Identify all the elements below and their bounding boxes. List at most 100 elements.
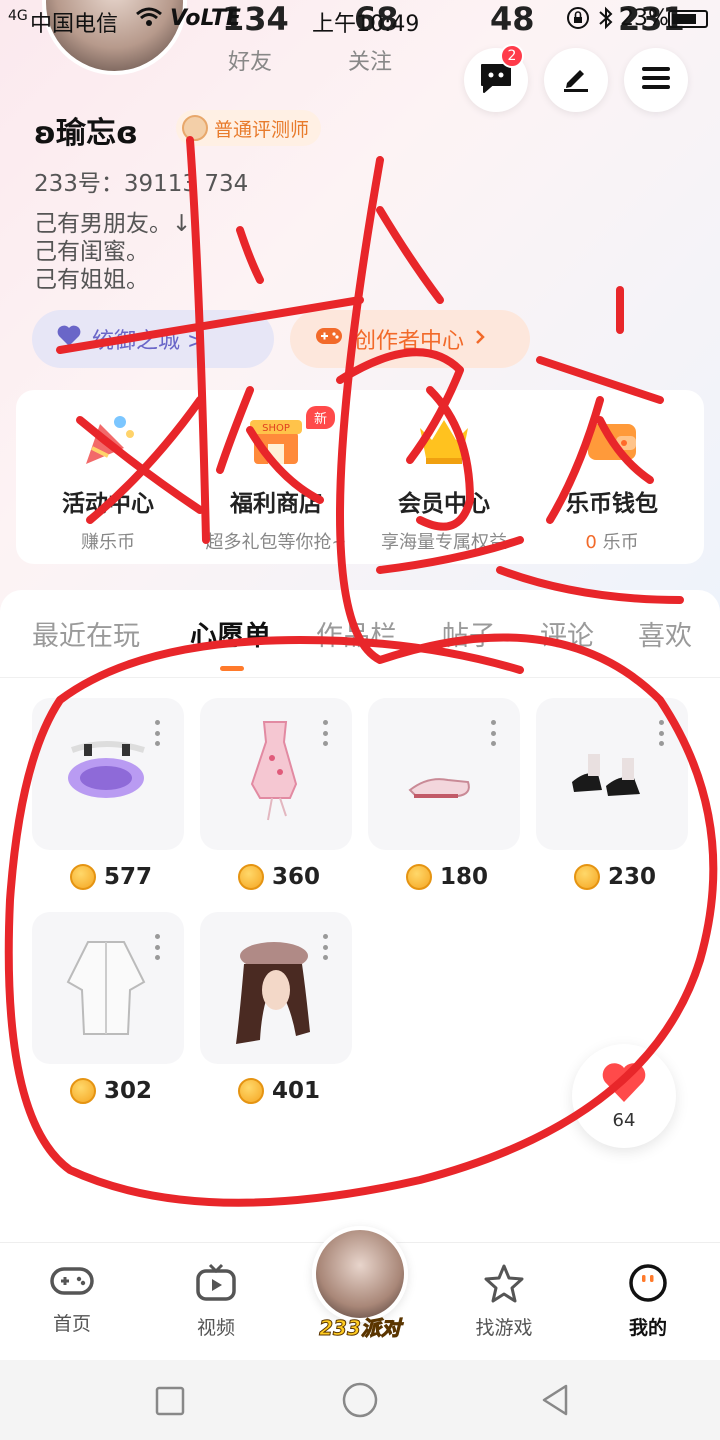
creator-center-button[interactable]: 创作者中心 [290, 310, 530, 368]
creator-center-label: 创作者中心 [354, 329, 465, 354]
item-price-value: 577 [104, 864, 153, 890]
pencil-icon [561, 63, 591, 97]
more-options-icon[interactable] [322, 934, 328, 960]
tab-comments[interactable]: 评论 [540, 614, 594, 653]
city-pill-label: 统御之城 > [92, 329, 206, 354]
more-options-icon[interactable] [154, 720, 160, 746]
more-options-icon[interactable] [322, 720, 328, 746]
crown-icon [414, 410, 474, 470]
shop-sign-label: SHOP [262, 423, 290, 434]
volte-indicator: VoLTE [170, 6, 241, 31]
clock: 上午10:49 [312, 12, 420, 37]
coin-wallet-title: 乐币钱包 [566, 491, 658, 517]
pink-shoes-image [408, 778, 470, 798]
item-price: 302 [32, 1078, 184, 1104]
activity-center-sub: 赚乐币 [81, 532, 135, 553]
coin-icon [406, 864, 432, 890]
friends-label: 好友 [228, 50, 273, 75]
wishlist-item[interactable]: 360 [200, 698, 352, 890]
reviewer-tag[interactable]: 普通评测师 [176, 110, 322, 146]
nav-party-label[interactable]: 233派对 [310, 1312, 410, 1341]
like-button[interactable]: 64 [572, 1044, 676, 1148]
more-options-icon[interactable] [490, 720, 496, 746]
vip-center[interactable]: 会员中心 享海量专属权益 [358, 410, 530, 554]
more-options-icon[interactable] [658, 720, 664, 746]
coin-icon [238, 1078, 264, 1104]
video-icon [194, 1263, 238, 1307]
tab-recently-played[interactable]: 最近在玩 [32, 614, 140, 653]
bio-line: 己有姐姐。 [34, 267, 149, 293]
welfare-shop[interactable]: SHOP 福利商店 超多礼包等你抢~ [190, 410, 362, 554]
recent-apps-icon[interactable] [155, 1386, 185, 1420]
vip-center-title: 会员中心 [398, 491, 490, 517]
tab-likes[interactable]: 喜欢 [638, 614, 692, 653]
wifi-icon [136, 6, 162, 34]
party-popper-icon [78, 410, 138, 470]
carrier-name: 中国电信 [30, 12, 119, 37]
wishlist-item[interactable]: 401 [200, 912, 352, 1104]
nav-me[interactable]: 我的 [598, 1263, 698, 1340]
coin-unit: 乐币 [602, 532, 639, 553]
item-price-value: 360 [272, 864, 321, 890]
nav-home-label: 首页 [52, 1313, 91, 1335]
wishlist-item[interactable]: 180 [368, 698, 520, 890]
item-price-value: 302 [104, 1078, 153, 1104]
black-shoes-image [572, 754, 640, 796]
nav-find-games[interactable]: 找游戏 [454, 1263, 554, 1340]
nav-video-label: 视频 [196, 1317, 235, 1339]
wishlist-item[interactable]: 302 [32, 912, 184, 1104]
more-options-icon[interactable] [154, 934, 160, 960]
tab-posts[interactable]: 帖子 [442, 614, 496, 653]
nav-me-label: 我的 [628, 1317, 667, 1339]
item-card[interactable] [368, 698, 520, 850]
battery-icon [668, 10, 708, 28]
tab-works[interactable]: 作品栏 [316, 614, 397, 653]
coin-balance: 0 [585, 532, 597, 553]
status-bar: 4G 中国电信 VoLTE 上午10:49 23% [0, 0, 720, 40]
battery-percent: 23% [620, 6, 669, 31]
item-price-value: 401 [272, 1078, 321, 1104]
bluetooth-icon [598, 6, 614, 36]
heart-icon [600, 1060, 648, 1108]
city-pill-button[interactable]: 统御之城 > [32, 310, 274, 368]
item-card[interactable] [32, 912, 184, 1064]
wishlist-item[interactable]: 230 [536, 698, 688, 890]
item-price: 360 [200, 864, 352, 890]
gamepad-icon [49, 1267, 95, 1303]
coin-wallet-sub: 0 乐币 [526, 528, 698, 554]
item-card[interactable] [200, 698, 352, 850]
bio-line: 己有男朋友。↓ [34, 211, 192, 237]
tab-wishlist[interactable]: 心愿单 [190, 614, 271, 653]
nav-party-avatar[interactable] [312, 1226, 408, 1322]
nav-home[interactable]: 首页 [22, 1263, 122, 1336]
item-card[interactable] [536, 698, 688, 850]
nickname: ʚ瑜忘ɞ [34, 116, 138, 151]
home-icon[interactable] [342, 1382, 378, 1422]
back-icon[interactable] [540, 1384, 570, 1420]
menu-button[interactable] [624, 48, 688, 112]
message-button[interactable]: 2 [464, 44, 528, 112]
chevron-right-icon [474, 327, 486, 352]
wishlist-item[interactable]: 577 [32, 698, 184, 890]
bio: 己有男朋友。↓ 己有闺蜜。 己有姐姐。 [34, 210, 191, 294]
edit-profile-button[interactable] [544, 48, 608, 112]
gamepad-icon [314, 324, 344, 354]
coin-icon [238, 864, 264, 890]
profile-tabs: 最近在玩 心愿单 作品栏 帖子 评论 喜欢 [0, 590, 720, 678]
coin-icon [70, 1078, 96, 1104]
activity-center[interactable]: 活动中心 赚乐币 [22, 410, 194, 554]
nav-find-games-label: 找游戏 [475, 1317, 533, 1339]
star-icon [482, 1264, 526, 1307]
item-card[interactable] [200, 912, 352, 1064]
rotation-lock-icon [566, 6, 590, 36]
item-card[interactable] [32, 698, 184, 850]
following-label: 关注 [348, 50, 393, 75]
user-id[interactable]: 233号：39113 734 [34, 164, 248, 198]
nav-video[interactable]: 视频 [166, 1263, 266, 1340]
item-price-value: 180 [440, 864, 489, 890]
item-price: 577 [32, 864, 184, 890]
item-price: 180 [368, 864, 520, 890]
coin-wallet[interactable]: 乐币钱包 0 乐币 [526, 410, 698, 554]
wallet-icon [582, 410, 642, 470]
reviewer-badge-icon [182, 115, 208, 141]
